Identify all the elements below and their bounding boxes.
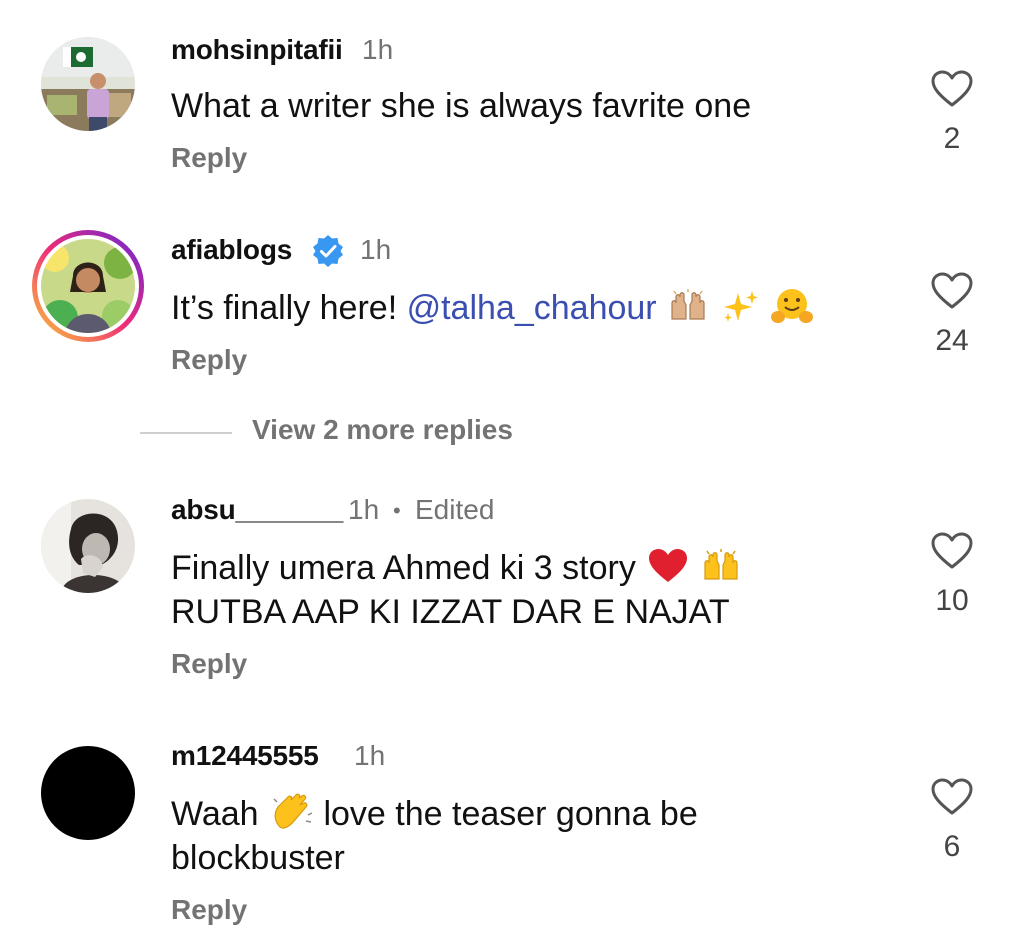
like-count: 2	[943, 122, 961, 155]
reply-button[interactable]: Reply	[171, 142, 247, 174]
comment-text: Waah love the teaser gonna be	[171, 792, 698, 842]
reply-button[interactable]: Reply	[171, 894, 247, 926]
comment-text: Finally umera Ahmed ki 3 story	[171, 546, 741, 596]
raising-hands-icon	[668, 289, 708, 336]
divider-line	[140, 432, 232, 434]
meta-separator: •	[393, 498, 401, 523]
verified-badge-icon	[311, 234, 345, 273]
view-more-replies-button[interactable]: View 2 more replies	[140, 414, 560, 454]
hugging-face-icon	[770, 287, 813, 336]
red-heart-icon	[647, 547, 689, 596]
comment-text-start: Waah	[171, 795, 259, 833]
timestamp: 1h	[362, 34, 394, 65]
comment-m12445555: m12445555 1h Waah love the teaser gonna …	[0, 720, 1024, 952]
like-button[interactable]: 10	[922, 532, 982, 652]
mention-link[interactable]: @talha_chahour	[407, 289, 657, 327]
heart-icon	[922, 778, 982, 816]
view-more-replies-label: View 2 more replies	[252, 414, 513, 445]
comment-absu: absu_______ 1h • Edited Finally umera Ah…	[0, 480, 1024, 710]
sparkles-icon	[720, 289, 760, 336]
like-button[interactable]: 2	[922, 70, 982, 180]
reply-button[interactable]: Reply	[171, 648, 247, 680]
comment-text-prefix: It’s finally here!	[171, 289, 407, 327]
avatar[interactable]	[30, 228, 146, 344]
heart-icon	[922, 70, 982, 108]
like-count: 10	[935, 584, 969, 617]
timestamp: 1h	[348, 494, 380, 525]
like-count: 6	[943, 830, 961, 863]
comment-text-end: love the teaser gonna be	[314, 795, 698, 833]
username[interactable]: m12445555	[171, 740, 319, 772]
avatar[interactable]	[41, 499, 135, 593]
avatar[interactable]	[41, 37, 135, 131]
heart-icon	[922, 532, 982, 570]
raising-hands-icon	[701, 549, 741, 596]
comment-mohsinpitafii: mohsinpitafii 1h What a writer she is al…	[0, 0, 1024, 200]
like-button[interactable]: 24	[922, 272, 982, 382]
username[interactable]: afiablogs	[171, 234, 292, 266]
username[interactable]: mohsinpitafii	[171, 34, 343, 66]
timestamp: 1h	[354, 740, 386, 771]
edited-label: Edited	[415, 494, 495, 525]
comment-text: It’s finally here! @talha_chahour	[171, 286, 813, 336]
like-count: 24	[935, 324, 969, 357]
timestamp: 1h	[360, 234, 392, 265]
username[interactable]: absu_______	[171, 494, 343, 526]
comment-text-line2: blockbuster	[171, 839, 345, 877]
clapping-hands-icon	[270, 793, 314, 842]
like-button[interactable]: 6	[922, 778, 982, 888]
heart-icon	[922, 272, 982, 310]
reply-button[interactable]: Reply	[171, 344, 247, 376]
comment-afiablogs: afiablogs 1h It’s finally here! @talha_c…	[0, 200, 1024, 410]
comment-text-line2: RUTBA AAP KI IZZAT DAR E NAJAT	[171, 593, 730, 631]
comment-text-line1: Finally umera Ahmed ki 3 story	[171, 549, 636, 587]
comment-text: What a writer she is always favrite one	[171, 87, 752, 125]
avatar[interactable]	[41, 746, 135, 840]
